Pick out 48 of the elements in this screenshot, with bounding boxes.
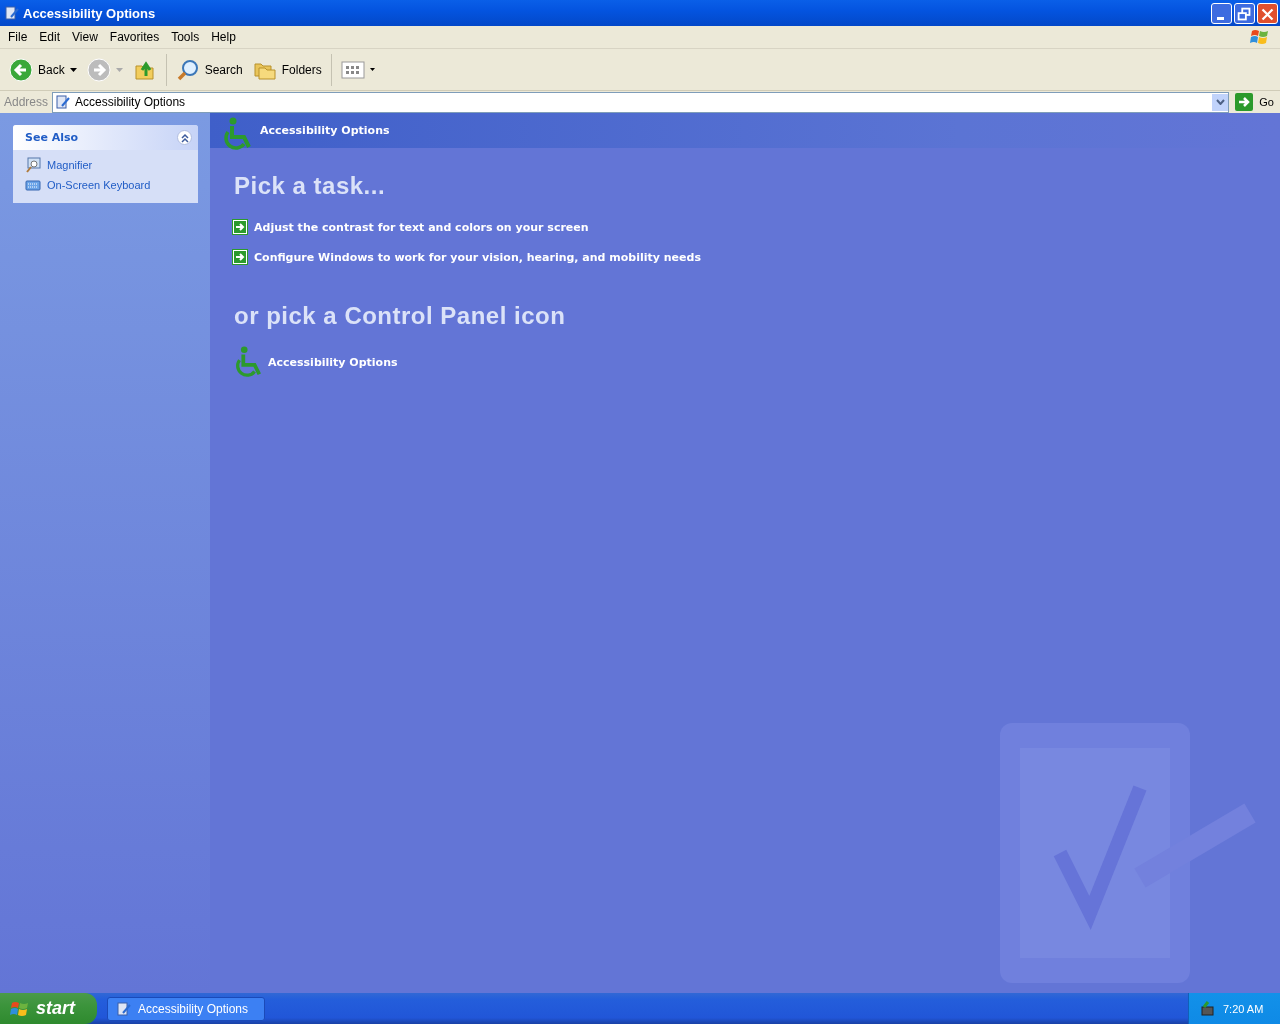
minimize-icon <box>1217 16 1224 20</box>
panel-title: See Also <box>25 131 79 144</box>
go-arrow-icon <box>1235 93 1254 111</box>
arrow-icon <box>232 249 248 265</box>
control-panel-icon <box>116 1000 132 1017</box>
arrow-icon <box>232 219 248 235</box>
see-also-link[interactable]: On-Screen Keyboard <box>25 177 186 193</box>
dropdown-button[interactable] <box>1212 93 1229 111</box>
control-panel-icon <box>4 5 20 21</box>
section-heading: or pick a Control Panel icon <box>234 302 567 330</box>
menu-item[interactable]: Favorites <box>103 30 166 44</box>
views-icon <box>340 59 365 80</box>
clock: 7:20 AM <box>1223 1002 1264 1015</box>
folders-button[interactable]: Folders <box>249 55 325 84</box>
search-button[interactable]: Search <box>172 55 246 84</box>
restore-button[interactable] <box>1234 2 1255 24</box>
search-icon <box>175 57 200 82</box>
window-title: Accessibility Options <box>23 5 156 21</box>
control-panel-link[interactable]: Accessibility Options <box>232 346 398 378</box>
close-button[interactable] <box>1257 2 1278 24</box>
header-title: Accessibility Options <box>260 124 390 137</box>
start-button[interactable]: start <box>0 993 97 1024</box>
menu-item[interactable]: Edit <box>33 30 67 44</box>
magnifier-icon <box>25 157 41 173</box>
minimize-button[interactable] <box>1211 2 1232 24</box>
address-label: Address <box>4 95 49 109</box>
dropdown-caret-icon <box>115 67 123 72</box>
see-also-link[interactable]: Magnifier <box>25 157 186 173</box>
go-button[interactable]: Go <box>1229 93 1280 111</box>
dropdown-caret-icon <box>369 68 375 71</box>
dropdown-caret-icon <box>69 67 77 72</box>
back-button[interactable]: Back <box>6 55 80 84</box>
task-link[interactable]: Configure Windows to work for your vision, hearing, and mobility needs <box>232 242 701 272</box>
chevron-down-icon <box>1215 99 1225 105</box>
taskbar-window-button[interactable]: Accessibility Options <box>107 996 265 1021</box>
address-field[interactable]: Accessibility Options <box>52 91 1230 113</box>
windows-logo-icon <box>1250 27 1270 47</box>
section-heading: Pick a task... <box>234 172 387 200</box>
task-link[interactable]: Adjust the contrast for text and colors on your screen <box>232 212 589 242</box>
menu-item[interactable]: Help <box>205 30 242 44</box>
collapse-button[interactable] <box>177 130 192 145</box>
menu-item[interactable]: File <box>2 30 34 44</box>
keyboard-icon <box>25 177 41 193</box>
control-panel-icon <box>55 94 72 110</box>
menu-item[interactable]: View <box>66 30 104 44</box>
tray-icon[interactable] <box>1199 1000 1215 1017</box>
menu-item[interactable]: Tools <box>165 30 206 44</box>
double-chevron-icon <box>179 132 190 143</box>
